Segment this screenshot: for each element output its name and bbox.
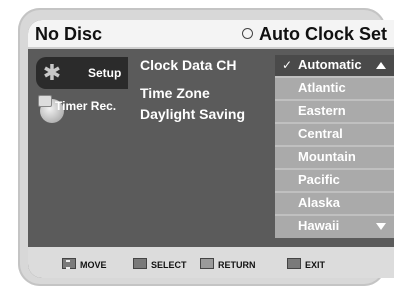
radio-icon xyxy=(242,28,253,39)
footer-help-bar: MOVE SELECT RETURN EXIT xyxy=(28,247,394,278)
menu-screen: No Disc Auto Clock Set ✱ Setup Timer Rec… xyxy=(28,20,394,278)
option-atlantic[interactable]: Atlantic xyxy=(275,76,394,97)
disc-status-title: No Disc xyxy=(35,24,103,44)
menu-item-time-zone[interactable]: Time Zone xyxy=(140,85,210,101)
enter-icon xyxy=(133,258,147,269)
option-pacific[interactable]: Pacific xyxy=(275,168,394,189)
menu-item-daylight-saving[interactable]: Daylight Saving xyxy=(140,106,245,122)
option-eastern[interactable]: Eastern xyxy=(275,99,394,120)
setting-title: Auto Clock Set xyxy=(259,24,388,44)
footer-exit: EXIT xyxy=(287,258,325,270)
footer-return: RETURN xyxy=(200,258,256,270)
sidebar-item-label: Timer Rec. xyxy=(55,99,117,113)
exit-icon xyxy=(287,258,301,269)
footer-select: SELECT xyxy=(133,258,187,270)
return-icon xyxy=(200,258,214,269)
option-hawaii[interactable]: Hawaii xyxy=(275,214,394,235)
footer-move: MOVE xyxy=(62,258,107,270)
move-icon xyxy=(62,258,76,269)
gear-icon: ✱ xyxy=(42,60,62,85)
option-alaska[interactable]: Alaska xyxy=(275,191,394,212)
option-automatic[interactable]: ✓ Automatic xyxy=(275,55,394,76)
option-central[interactable]: Central xyxy=(275,122,394,143)
sidebar-item-label: Setup xyxy=(88,66,122,80)
header-bar: No Disc Auto Clock Set xyxy=(28,20,394,49)
check-icon: ✓ xyxy=(282,58,293,72)
option-mountain[interactable]: Mountain xyxy=(275,145,394,166)
scroll-down-icon[interactable] xyxy=(376,223,386,230)
menu-item-clock-data-ch[interactable]: Clock Data CH xyxy=(140,57,236,73)
sidebar-item-setup[interactable]: ✱ Setup xyxy=(36,57,128,89)
scroll-up-icon[interactable] xyxy=(376,62,386,69)
sidebar-item-timer-rec[interactable]: Timer Rec. xyxy=(36,91,128,123)
clock-options-dropdown: ✓ Automatic Atlantic Eastern Central Mou… xyxy=(275,55,394,238)
